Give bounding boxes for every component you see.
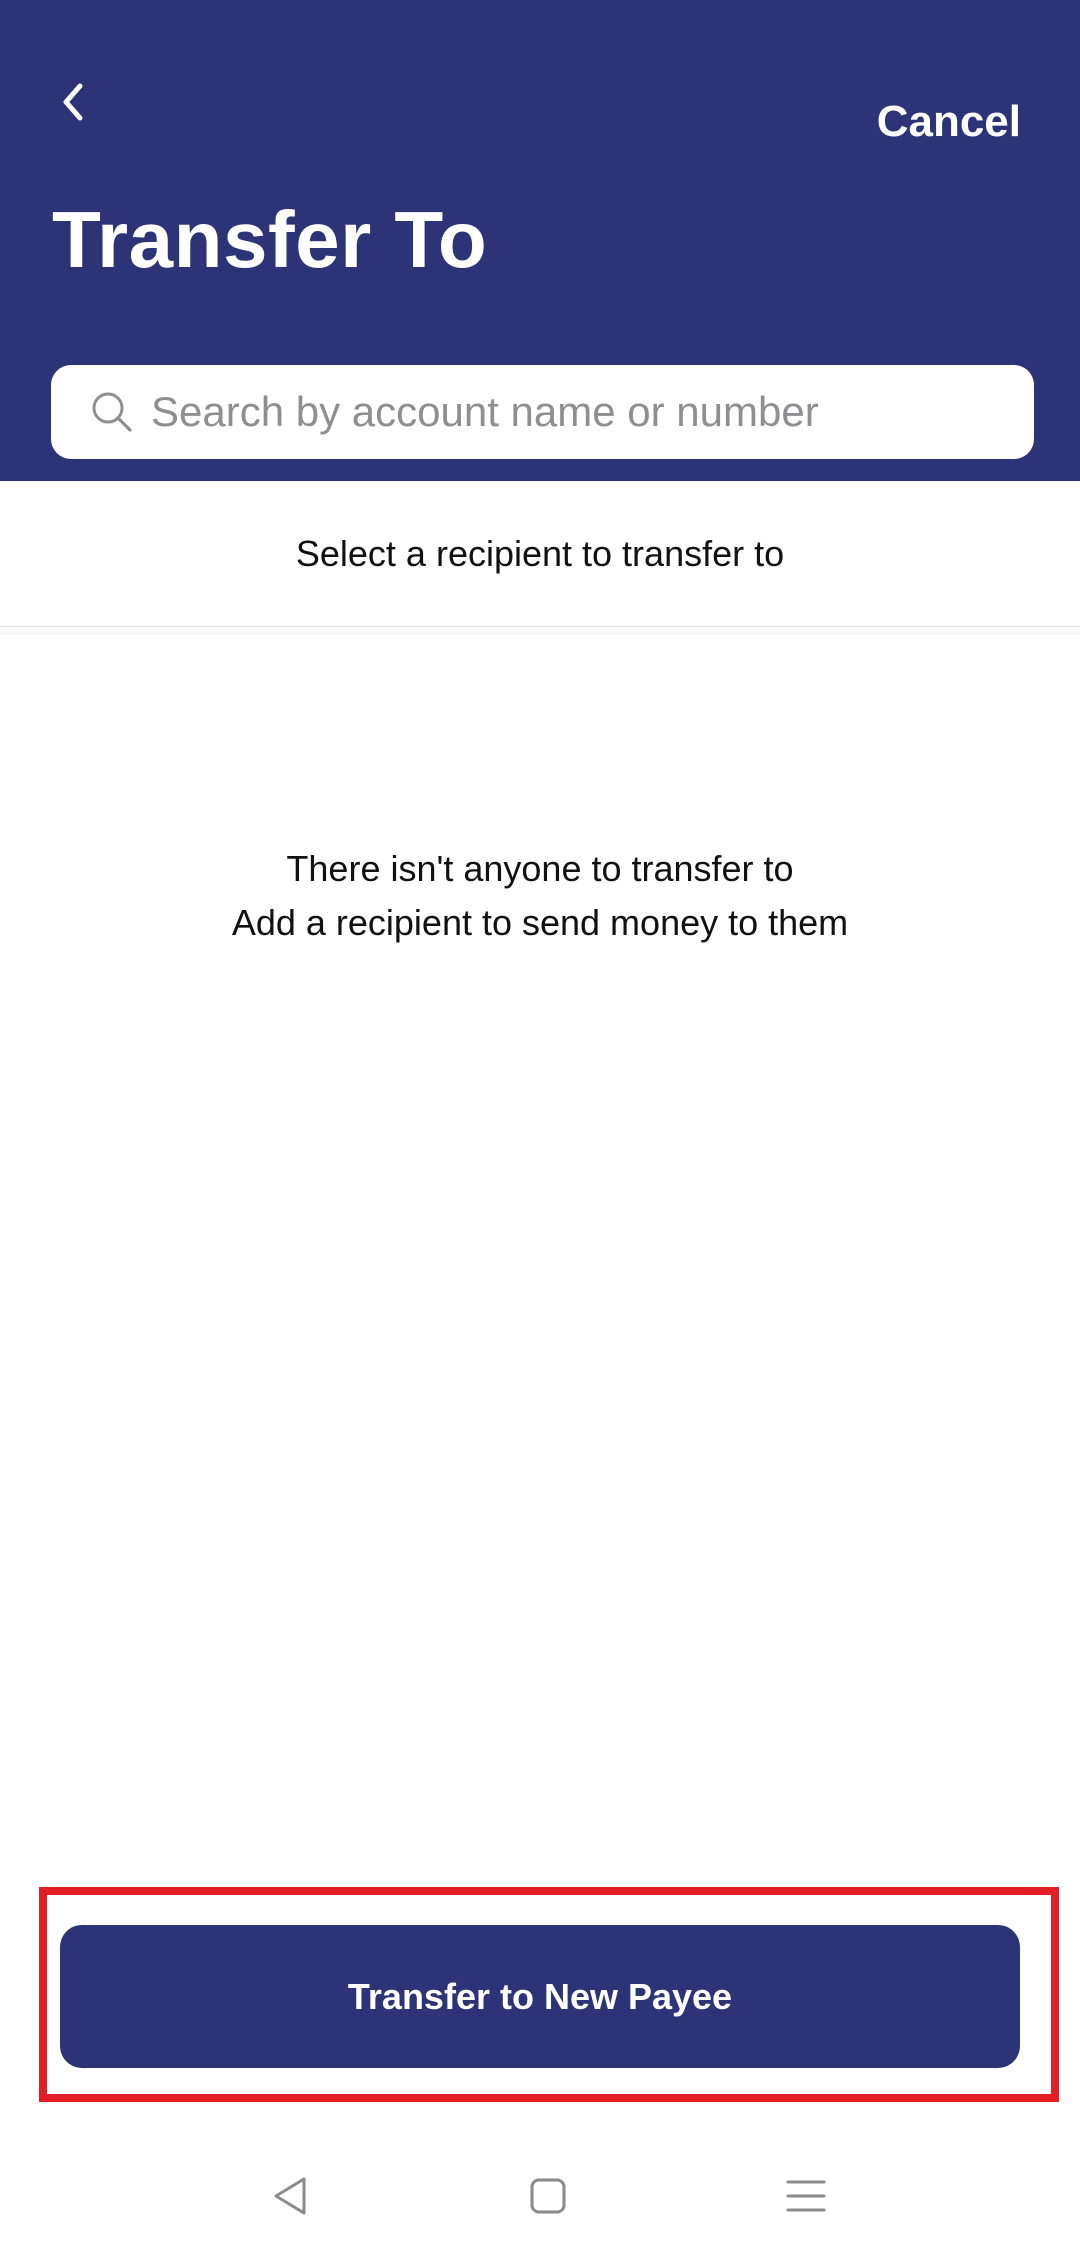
transfer-to-new-payee-button[interactable]: Transfer to New Payee (60, 1925, 1020, 2068)
triangle-back-icon (274, 2177, 306, 2215)
section-divider (0, 626, 1080, 634)
hamburger-menu-icon (786, 2180, 826, 2212)
system-back-button[interactable] (250, 2156, 330, 2236)
search-input[interactable] (151, 377, 1011, 447)
app-header: Cancel Transfer To (0, 0, 1080, 481)
empty-state-title: There isn't anyone to transfer to (286, 848, 794, 889)
cancel-button[interactable]: Cancel (877, 92, 1021, 152)
back-button[interactable] (45, 66, 101, 138)
system-home-button[interactable] (508, 2156, 588, 2236)
system-menu-button[interactable] (766, 2156, 846, 2236)
search-icon (92, 392, 132, 432)
empty-state-message: There isn't anyone to transfer to Add a … (0, 842, 1080, 950)
search-bar[interactable] (51, 365, 1034, 459)
square-home-icon (530, 2178, 566, 2214)
system-navigation-bar (0, 2130, 1080, 2266)
page-title: Transfer To (52, 195, 488, 284)
chevron-left-icon (63, 83, 83, 121)
empty-state-subtitle: Add a recipient to send money to them (231, 902, 849, 943)
recipient-instruction: Select a recipient to transfer to (295, 532, 785, 574)
